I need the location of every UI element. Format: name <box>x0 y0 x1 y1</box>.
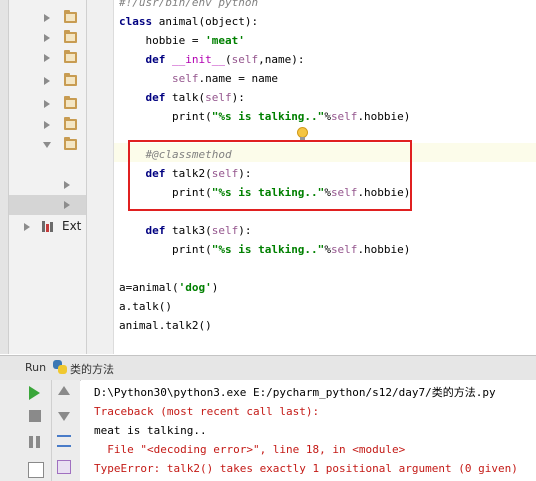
play-icon[interactable] <box>29 386 40 400</box>
code-token: ,name): <box>258 53 305 66</box>
code-token: .name = name <box>198 72 278 85</box>
pause-icon[interactable] <box>29 436 41 448</box>
code-token: print( <box>119 243 212 256</box>
console-line: meat is talking.. <box>94 424 207 437</box>
run-console[interactable]: D:\Python30\python3.exe E:/pycharm_pytho… <box>81 380 536 481</box>
layout-icon[interactable] <box>28 462 44 478</box>
code-token: print( <box>119 110 212 123</box>
console-line: D:\Python30\python3.exe E:/pycharm_pytho… <box>94 386 496 399</box>
expand-arrow-icon[interactable] <box>44 77 50 85</box>
soft-wrap-icon[interactable] <box>57 435 71 447</box>
expand-arrow-icon[interactable] <box>44 54 50 62</box>
code-token: self <box>211 224 239 237</box>
expand-arrow-icon[interactable] <box>24 223 30 231</box>
stop-icon[interactable] <box>29 410 41 422</box>
code-token: ): <box>231 91 245 104</box>
code-line[interactable]: hobbie = 'meat' <box>119 31 245 50</box>
tree-node-external-libraries[interactable]: Ext <box>24 219 86 235</box>
tree-selected-row[interactable] <box>9 195 86 215</box>
code-token: talk( <box>172 91 206 104</box>
expand-arrow-icon[interactable] <box>44 14 50 22</box>
code-token: def <box>145 91 172 104</box>
library-icon <box>42 221 54 232</box>
code-line[interactable]: a=animal('dog') <box>119 278 218 297</box>
code-token: ) <box>211 281 219 294</box>
expand-arrow-icon[interactable] <box>44 34 50 42</box>
code-token: class <box>119 15 159 28</box>
tree-edge-strip <box>0 0 9 354</box>
code-line[interactable]: def talk(self): <box>119 88 245 107</box>
code-token: self <box>205 91 232 104</box>
code-token: % <box>324 243 331 256</box>
folder-icon <box>64 117 77 130</box>
code-token: animal.talk2() <box>119 319 212 332</box>
code-token: self <box>330 243 358 256</box>
expand-arrow-icon[interactable] <box>64 201 70 209</box>
code-line[interactable]: #!/usr/bin/env python <box>119 0 258 12</box>
code-token: hobbie = <box>119 34 206 47</box>
run-toolbar <box>0 380 80 481</box>
toolbar-divider <box>51 380 52 481</box>
code-line[interactable]: def __init__(self,name): <box>119 50 305 69</box>
console-line: File "<decoding error>", line 18, in <mo… <box>94 443 406 456</box>
code-line[interactable]: print("%s is talking.."%self.hobbie) <box>119 107 410 126</box>
editor-gutter <box>87 0 114 354</box>
code-token: .hobbie) <box>357 110 411 123</box>
code-line[interactable]: class animal(object): <box>119 12 258 31</box>
run-tab-label[interactable]: Run <box>25 361 46 374</box>
code-line[interactable]: self.name = name <box>119 69 278 88</box>
expand-arrow-icon[interactable] <box>44 100 50 108</box>
code-token: def <box>145 53 172 66</box>
scroll-to-end-icon[interactable] <box>57 460 71 474</box>
code-token: __init__ <box>172 53 225 66</box>
code-token: ): <box>238 224 252 237</box>
code-token: def <box>145 224 172 237</box>
folder-icon <box>64 10 77 23</box>
code-token: self <box>231 53 259 66</box>
folder-icon <box>64 137 77 150</box>
folder-icon <box>64 96 77 109</box>
code-token: "%s is talking.." <box>211 110 325 123</box>
code-line[interactable]: a.talk() <box>119 297 172 316</box>
arrow-up-icon[interactable] <box>58 386 70 395</box>
code-token: a.talk() <box>119 300 172 313</box>
code-token: self <box>171 72 199 85</box>
code-token: ( <box>224 53 232 66</box>
folder-icon <box>64 50 77 63</box>
code-line[interactable]: animal.talk2() <box>119 316 212 335</box>
run-tool-window-header: Run 类的方法 <box>0 355 536 381</box>
code-line[interactable]: def talk3(self): <box>119 221 252 240</box>
expand-arrow-icon[interactable] <box>44 121 50 129</box>
code-token: .hobbie) <box>357 243 411 256</box>
code-token: #!/usr/bin/env python <box>119 0 259 9</box>
folder-icon <box>64 30 77 43</box>
code-token: 'meat' <box>205 34 245 47</box>
code-token: talk3( <box>172 224 212 237</box>
code-token: a=animal( <box>119 281 179 294</box>
project-tree: Ext <box>0 0 87 354</box>
run-config-name[interactable]: 类的方法 <box>70 361 114 377</box>
code-line[interactable]: print("%s is talking.."%self.hobbie) <box>119 240 410 259</box>
code-token: % <box>324 110 331 123</box>
lightbulb-icon[interactable] <box>297 127 308 140</box>
code-token: 'dog' <box>178 281 212 294</box>
code-token: "%s is talking.." <box>211 243 325 256</box>
code-token: animal(object): <box>158 15 259 28</box>
console-line: TypeError: talk2() takes exactly 1 posit… <box>94 462 518 475</box>
folder-icon <box>64 73 77 86</box>
expand-arrow-icon[interactable] <box>64 181 70 189</box>
external-libraries-label: Ext <box>62 219 82 233</box>
arrow-down-icon[interactable] <box>58 412 70 421</box>
highlight-annotation-box <box>128 140 412 211</box>
collapse-arrow-icon[interactable] <box>43 142 51 148</box>
console-line: Traceback (most recent call last): <box>94 405 320 418</box>
python-icon <box>53 360 67 374</box>
code-token: self <box>330 110 358 123</box>
